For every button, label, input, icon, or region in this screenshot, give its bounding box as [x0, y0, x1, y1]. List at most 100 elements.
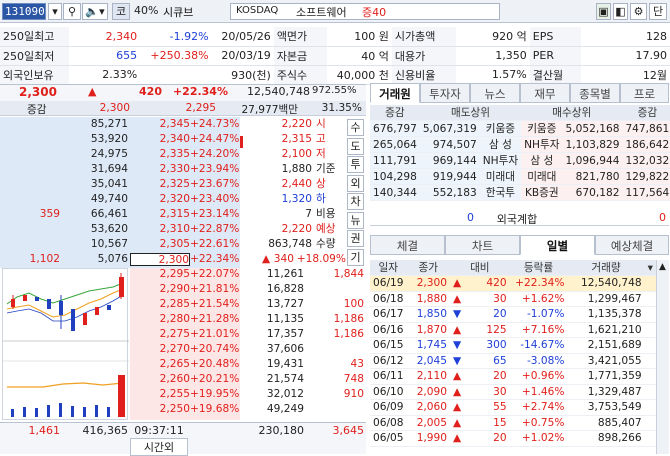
broker-tab[interactable]: 종목별: [570, 83, 620, 103]
bid-change: 1,186: [333, 328, 364, 340]
daily-rate: -1.07%: [509, 306, 568, 323]
daily-change: ▼ 300: [450, 337, 510, 354]
bid-price[interactable]: 2,295: [130, 268, 190, 281]
daily-rate: +0.75%: [509, 415, 568, 431]
daily-tab[interactable]: 예상체결: [595, 235, 669, 255]
broker-cell: 670,182: [562, 184, 623, 201]
help-button[interactable]: 단: [649, 3, 667, 20]
side-nav-button[interactable]: 뉴: [347, 211, 364, 229]
daily-scrollbar[interactable]: [656, 260, 669, 454]
ask-percent: +23.14%: [190, 208, 240, 220]
daily-options-icon[interactable]: ▾: [644, 260, 656, 276]
broker-tab[interactable]: 프로: [620, 83, 669, 103]
after-hours-button[interactable]: 시간외: [130, 438, 188, 456]
ask-price[interactable]: 2,340: [130, 133, 190, 146]
bid-change: 43: [350, 358, 364, 370]
daily-tab[interactable]: 일별: [520, 235, 595, 255]
ask-price[interactable]: 2,325: [130, 178, 190, 191]
ask-price[interactable]: 2,335: [130, 148, 190, 161]
info-cell: 250일최저: [0, 46, 69, 66]
trade-amount-pct: 31.35%: [321, 102, 362, 114]
daily-row[interactable]: 06/18 1,880 ▲ 30 +1.62% 1,299,467: [370, 291, 656, 307]
fill-icon[interactable]: ◧: [613, 3, 628, 20]
bid-price[interactable]: 2,270: [130, 343, 190, 356]
side-nav-button[interactable]: 수: [347, 119, 364, 136]
broker-header: 증감: [622, 105, 670, 121]
bid-change: 1,186: [333, 313, 364, 325]
bid-price[interactable]: 2,285: [130, 298, 190, 311]
daily-row[interactable]: 06/16 1,870 ▲ 125 +7.16% 1,621,210: [370, 322, 656, 338]
ask-price[interactable]: 2,300: [130, 253, 190, 266]
broker-tab[interactable]: 뉴스: [470, 83, 520, 103]
bid-price[interactable]: 2,255: [130, 388, 190, 401]
up-arrow-icon: ▲: [88, 85, 97, 98]
side-nav-button[interactable]: 도: [347, 137, 364, 155]
daily-spacer: [644, 368, 656, 385]
daily-row[interactable]: 06/15 1,745 ▼ 300 -14.67% 2,151,689: [370, 337, 656, 354]
daily-row[interactable]: 06/12 2,045 ▼ 65 -3.08% 3,421,055: [370, 353, 656, 369]
stock-name: 시큐브: [163, 6, 194, 19]
speaker-icon[interactable]: 🔈▾: [82, 3, 108, 20]
current-price: 2,300: [19, 85, 57, 99]
daily-row[interactable]: 06/08 2,005 ▲ 15 +0.75% 885,407: [370, 415, 656, 431]
side-nav-button[interactable]: 차: [347, 193, 364, 210]
broker-header: 매수상위: [521, 105, 623, 121]
info-cell: EPS: [529, 27, 581, 47]
daily-row[interactable]: 06/19 2,300 ▲ 420 +22.34% 12,540,748: [370, 275, 656, 292]
daily-spacer: [644, 353, 656, 369]
bid-price[interactable]: 2,275: [130, 328, 190, 341]
info-cell: 1.57%: [456, 65, 530, 85]
ask-volume: 24,975: [90, 148, 128, 160]
ask-price[interactable]: 2,330: [130, 163, 190, 176]
bid-price[interactable]: 2,280: [130, 313, 190, 326]
trade-amount: 27,977백만: [241, 104, 298, 116]
price-info-value: 1,320: [281, 193, 312, 205]
ask-change: [2, 223, 60, 236]
daily-tab[interactable]: 차트: [445, 235, 520, 255]
side-nav-button[interactable]: 기: [347, 248, 364, 266]
daily-date: 06/18: [370, 291, 407, 307]
bid-percent: +21.28%: [190, 313, 240, 325]
broker-tab[interactable]: 투자자: [420, 83, 470, 103]
broker-cell: 919,944: [419, 168, 480, 185]
scroll-up-icon[interactable]: ▲: [656, 262, 669, 272]
price-info-label: 기준: [316, 163, 336, 175]
bid-price[interactable]: 2,265: [130, 358, 190, 371]
margin-rate: 40%: [134, 4, 159, 17]
stock-code-input[interactable]: 131090: [2, 3, 46, 20]
bid-price[interactable]: 2,290: [130, 283, 190, 296]
ask-percent: +22.61%: [190, 238, 240, 250]
daily-change-value: 20: [493, 370, 507, 383]
daily-row[interactable]: 06/11 2,110 ▲ 20 +0.96% 1,771,359: [370, 368, 656, 385]
daily-row[interactable]: 06/17 1,850 ▼ 20 -1.07% 1,135,378: [370, 306, 656, 323]
side-nav-button[interactable]: 투: [347, 156, 364, 173]
ask-price[interactable]: 2,305: [130, 238, 190, 251]
ask-percent: +22.87%: [190, 223, 240, 235]
side-nav-button[interactable]: 외: [347, 174, 364, 192]
ask-price[interactable]: 2,320: [130, 193, 190, 206]
daily-row[interactable]: 06/05 1,990 ▲ 20 +1.02% 898,266: [370, 430, 656, 447]
daily-date: 06/05: [370, 430, 407, 447]
side-nav-button[interactable]: 권: [347, 230, 364, 247]
code-dropdown-button[interactable]: ▾: [48, 3, 62, 20]
window-icon[interactable]: ▣: [596, 3, 611, 20]
price-info-label: 시: [316, 118, 326, 130]
up-arrow-icon: ▲: [453, 385, 462, 398]
bid-change: 1,844: [333, 268, 364, 280]
daily-rate: +7.16%: [509, 322, 568, 338]
broker-cell: 140,344: [370, 184, 420, 201]
ask-price[interactable]: 2,310: [130, 223, 190, 236]
ask-price[interactable]: 2,315: [130, 208, 190, 221]
search-icon[interactable]: ⚲: [63, 3, 81, 20]
subheader-label: 증감: [27, 104, 47, 116]
gear-icon[interactable]: ⚙: [630, 3, 647, 20]
broker-tab[interactable]: 거래원: [370, 83, 420, 103]
daily-tab[interactable]: 체결: [370, 235, 445, 255]
broker-tab[interactable]: 재무: [520, 83, 570, 103]
daily-row[interactable]: 06/10 2,090 ▲ 30 +1.46% 1,329,487: [370, 384, 656, 400]
ask-price[interactable]: 2,345: [130, 118, 190, 131]
daily-row[interactable]: 06/09 2,060 ▲ 55 +2.74% 3,753,549: [370, 399, 656, 416]
bid-price[interactable]: 2,250: [130, 403, 190, 416]
daily-close: 2,060: [406, 399, 451, 416]
bid-price[interactable]: 2,260: [130, 373, 190, 386]
